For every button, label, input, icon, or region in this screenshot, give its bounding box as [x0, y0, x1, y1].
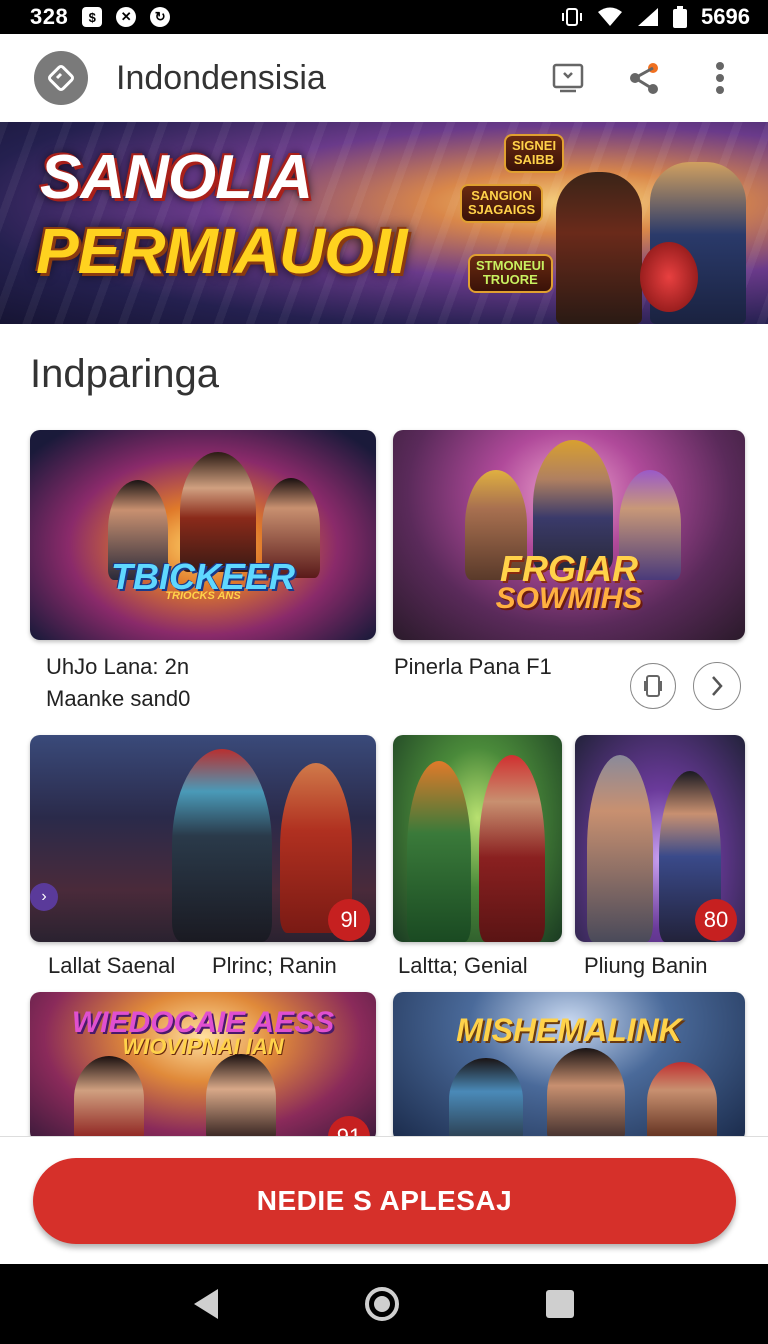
card-character — [587, 755, 653, 942]
signal-icon — [638, 8, 659, 26]
app-title: Indondensisia — [116, 58, 326, 97]
section-title: Indparinga — [30, 352, 220, 396]
share-icon[interactable] — [620, 54, 668, 102]
sync-icon: ↻ — [150, 7, 171, 27]
primary-action-button[interactable]: NEDIE S APLESAJ — [33, 1158, 736, 1244]
cast-icon[interactable] — [544, 54, 592, 102]
status-time: 328 — [30, 4, 69, 29]
app-logo-icon[interactable] — [34, 51, 88, 105]
hero-banner[interactable]: SANOLIA PERMIAUOII SIGNEI SAIBB SANGION … — [0, 122, 768, 324]
card-character — [172, 749, 272, 942]
system-nav-bar — [0, 1264, 768, 1344]
status-bar-left: 328 $ ✕ ↻ — [30, 4, 171, 30]
card-logo-subtitle: WIOVIPNAI IAN — [122, 1034, 284, 1059]
hero-sign-2: SANGION SJAGAIGS — [460, 184, 544, 223]
recents-icon[interactable] — [546, 1290, 575, 1318]
card-logo-subtitle: TRIOCKS ANS — [165, 590, 241, 602]
game-card-1[interactable]: TBICKEER TRIOCKS ANS — [30, 430, 376, 640]
card-1-caption-line1: UhJo Lana: 2n — [46, 654, 190, 679]
card-3-caption-a: Lallat Saenal — [48, 953, 176, 978]
fan-icon: ✕ — [116, 7, 137, 27]
play-icon[interactable]: › — [30, 883, 58, 911]
game-card-2[interactable]: FRGIAR SOWMIHS — [393, 430, 745, 640]
card-character — [449, 1058, 523, 1142]
card-5-caption: Pliung Banin — [584, 953, 708, 978]
card-2-caption: Pinerla Pana F1 — [394, 654, 552, 679]
hero-sign-1: SIGNEI SAIBB — [504, 134, 565, 173]
status-right-text: 5696 — [701, 4, 750, 29]
hero-title-line1: SANOLIA — [40, 143, 313, 212]
hero-guitar — [640, 242, 698, 312]
hero-figure-left — [556, 172, 642, 324]
card-character — [206, 1054, 276, 1142]
card-logo-title: MISHEMALINK — [456, 1012, 682, 1048]
game-card-7[interactable]: MISHEMALINK — [393, 992, 745, 1142]
screen: 328 $ ✕ ↻ 5696 Indondensisia SANOLIA PER… — [0, 0, 768, 1344]
more-vert-icon[interactable] — [696, 54, 744, 102]
card-3-caption-b: Plrinc; Ranin — [212, 953, 337, 978]
status-bar: 328 $ ✕ ↻ 5696 — [0, 0, 768, 34]
score-badge: 9l — [328, 899, 370, 941]
app-bar: Indondensisia — [0, 34, 768, 122]
card-character — [647, 1062, 717, 1142]
game-card-3[interactable]: › 9l — [30, 735, 376, 942]
card-character — [547, 1048, 625, 1142]
score-badge: 80 — [695, 899, 737, 941]
hero-title-line2: PERMIAUOII — [36, 215, 407, 287]
card-character — [407, 761, 471, 942]
hero-sign-3: STMONEUI TRUORE — [468, 254, 553, 293]
sim-icon: $ — [82, 7, 103, 27]
card-logo-subtitle: SOWMIHS — [495, 582, 643, 615]
home-icon[interactable] — [364, 1287, 399, 1321]
card-character — [479, 755, 545, 942]
card-1-caption-line2: Maanke sand0 — [46, 686, 191, 711]
game-card-6[interactable]: WIEDOCAIE AESS WIOVIPNAI IAN 91 — [30, 992, 376, 1142]
game-card-5[interactable]: 80 — [575, 735, 745, 942]
card-character — [180, 452, 256, 572]
vibrate-icon — [562, 8, 583, 26]
card-character — [74, 1056, 144, 1142]
device-icon[interactable] — [630, 663, 676, 709]
back-icon[interactable] — [193, 1289, 218, 1319]
battery-icon — [673, 6, 688, 28]
wifi-icon — [598, 7, 623, 26]
card-4-caption: Laltta; Genial — [398, 953, 528, 978]
status-bar-right: 5696 — [561, 4, 750, 30]
game-card-4[interactable] — [393, 735, 562, 942]
chevron-right-icon[interactable] — [693, 662, 741, 710]
